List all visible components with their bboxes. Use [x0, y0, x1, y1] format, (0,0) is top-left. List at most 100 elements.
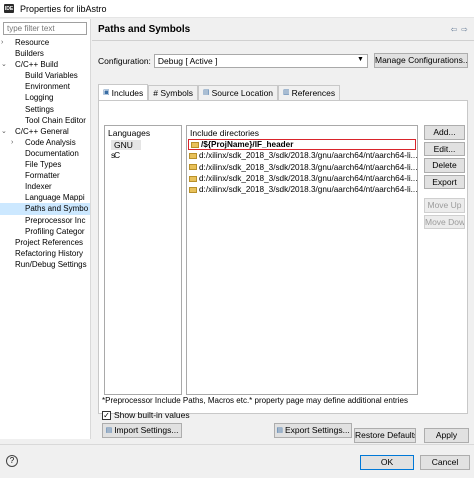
side-buttons: Add... Edit... Delete Export Move Up Mov… — [424, 125, 465, 231]
configuration-label: Configuration: — [98, 56, 151, 66]
restore-defaults-button[interactable]: Restore Defaults — [354, 428, 416, 443]
tree-item[interactable]: Indexer — [0, 181, 90, 192]
help-icon[interactable]: ? — [6, 455, 18, 467]
filter-input[interactable] — [3, 22, 87, 35]
move-down-button[interactable]: Move Down — [424, 214, 465, 229]
folder-icon — [191, 141, 199, 148]
tree-item-label: Resource — [15, 38, 50, 47]
page-title: Paths and Symbols — [98, 24, 191, 35]
chevron-down-icon[interactable]: ⌄ — [1, 126, 7, 137]
include-directory-row[interactable]: d:/xilinx/sdk_2018_3/sdk/2018.3/gnu/aarc… — [187, 162, 417, 173]
source-location-icon: ▤ — [202, 89, 210, 96]
property-page: Paths and Symbols ⇦ ⇨ Configuration: Deb… — [92, 19, 474, 439]
add-button[interactable]: Add... — [424, 125, 465, 140]
tree-item[interactable]: Environment — [0, 81, 90, 92]
preprocessor-note: *Preprocessor Include Paths, Macros etc.… — [102, 396, 408, 405]
export-settings-label: Export Settings... — [284, 425, 350, 435]
configuration-value: Debug [ Active ] — [157, 56, 218, 66]
tree-item[interactable]: Project References — [0, 237, 90, 248]
tab-label: References — [291, 88, 336, 98]
tree-item-label: Builders — [15, 49, 44, 59]
apply-button[interactable]: Apply — [424, 428, 469, 443]
tree-item[interactable]: Run/Debug Settings — [0, 259, 90, 270]
tree-item[interactable]: File Types — [0, 159, 90, 170]
tree-item[interactable]: Tool Chain Editor — [0, 115, 90, 126]
tree-item[interactable]: Language Mappi — [0, 192, 90, 203]
tree-item[interactable]: Build Variables — [0, 70, 90, 81]
tree-item-label: Run/Debug Settings — [15, 259, 87, 269]
tree-item[interactable]: Paths and Symbo — [0, 203, 90, 215]
language-item-gnu-c[interactable]: GNU C — [111, 140, 141, 160]
nav-arrows: ⇦ ⇨ — [451, 25, 468, 34]
tree-item[interactable]: Builders — [0, 48, 90, 59]
configuration-row: Configuration: Debug [ Active ] ▼ — [98, 54, 368, 68]
tree-item[interactable]: Settings — [0, 104, 90, 115]
export-icon: ▤ — [276, 427, 283, 434]
tree-item[interactable]: Formatter — [0, 170, 90, 181]
tab-label: Includes — [111, 87, 144, 98]
show-builtin-checkbox[interactable]: ✓ — [102, 410, 111, 420]
include-directory-row[interactable]: d:/xilinx/sdk_2018_3/sdk/2018.3/gnu/aarc… — [187, 184, 417, 195]
tab-strip: ▣ Includes # Symbols ▤ Source Location ▥… — [98, 84, 341, 100]
include-directory-row[interactable]: d:/xilinx/sdk_2018_3/sdk/2018.3/gnu/aarc… — [187, 150, 417, 161]
configuration-select[interactable]: Debug [ Active ] ▼ — [153, 54, 368, 68]
include-directory-path: d:/xilinx/sdk_2018_3/sdk/2018.3/gnu/aarc… — [199, 185, 418, 195]
page-header: Paths and Symbols ⇦ ⇨ — [92, 19, 474, 41]
tree-item-label: Preprocessor Inc — [25, 215, 86, 225]
languages-list: Languages GNU C s — [104, 125, 182, 395]
folder-icon — [189, 164, 197, 171]
export-button[interactable]: Export — [424, 174, 465, 189]
include-directory-path: d:/xilinx/sdk_2018_3/sdk/2018.3/gnu/aarc… — [199, 151, 418, 161]
folder-icon — [189, 175, 197, 182]
tree-item[interactable]: Profiling Categor — [0, 226, 90, 237]
folder-icon — [189, 186, 197, 193]
delete-button[interactable]: Delete — [424, 158, 465, 173]
tree-item[interactable]: Logging — [0, 92, 90, 103]
tree-item[interactable]: Documentation — [0, 148, 90, 159]
tree-item-label: Settings — [25, 104, 54, 114]
tree-item-label: File Types — [25, 160, 62, 170]
tree-item[interactable]: Preprocessor Inc — [0, 215, 90, 226]
tree-item-label: Project References — [15, 237, 84, 247]
tree-item-label: Logging — [25, 93, 54, 103]
tab-references[interactable]: ▥ References — [278, 85, 341, 100]
tree-item-label: Code Analysis — [25, 137, 76, 147]
tree-item-label: Formatter — [25, 171, 60, 181]
show-builtin-label: Show built-in values — [114, 410, 190, 420]
references-icon: ▥ — [283, 89, 290, 96]
move-up-button[interactable]: Move Up — [424, 198, 465, 213]
tab-source-location[interactable]: ▤ Source Location — [197, 85, 279, 100]
edit-button[interactable]: Edit... — [424, 141, 465, 156]
tree-item[interactable]: ⌄ C/C++ General — [0, 126, 90, 137]
chevron-right-icon[interactable]: › — [11, 137, 13, 148]
tree-item-label: Tool Chain Editor — [25, 115, 86, 125]
property-tree-pane: › Resource Builders ⌄ C/C++ BuildBuild Varia… — [0, 19, 91, 439]
tab-includes[interactable]: ▣ Includes — [98, 84, 149, 100]
include-directory-path: /${ProjName}/IF_header — [201, 140, 294, 150]
manage-configurations-button[interactable]: Manage Configurations... — [374, 53, 468, 68]
chevron-right-icon[interactable]: › — [1, 37, 3, 48]
tree-item[interactable]: Refactoring History — [0, 248, 90, 259]
import-icon: ▤ — [105, 427, 113, 434]
include-directories-header: Include directories — [190, 128, 259, 138]
folder-icon — [189, 152, 197, 159]
include-directory-row[interactable]: d:/xilinx/sdk_2018_3/sdk/2018.3/gnu/aarc… — [187, 173, 417, 184]
export-settings-button[interactable]: ▤ Export Settings... — [274, 423, 352, 438]
tab-label: # Symbols — [153, 88, 193, 98]
includes-tab-body: Languages GNU C s Include directories /$… — [98, 100, 468, 414]
tree-item[interactable]: › Resource — [0, 37, 90, 48]
show-builtin-values[interactable]: ✓ Show built-in values — [102, 410, 190, 420]
back-arrow-icon[interactable]: ⇦ — [451, 25, 458, 34]
import-settings-button[interactable]: ▤ Import Settings... — [102, 423, 182, 438]
chevron-down-icon[interactable]: ⌄ — [1, 59, 7, 70]
tree-item-label: Environment — [25, 82, 70, 92]
tab-symbols[interactable]: # Symbols — [148, 85, 198, 100]
property-tree: › Resource Builders ⌄ C/C++ Build Build Varia… — [0, 37, 90, 270]
cancel-button[interactable]: Cancel — [420, 455, 470, 470]
ok-button[interactable]: OK — [360, 455, 414, 470]
languages-header: Languages — [108, 128, 151, 138]
tree-item[interactable]: › Code Analysis — [0, 137, 90, 148]
include-directory-row[interactable]: /${ProjName}/IF_header — [188, 139, 416, 151]
tree-item[interactable]: ⌄ C/C++ Build — [0, 59, 90, 70]
forward-arrow-icon[interactable]: ⇨ — [461, 25, 468, 34]
